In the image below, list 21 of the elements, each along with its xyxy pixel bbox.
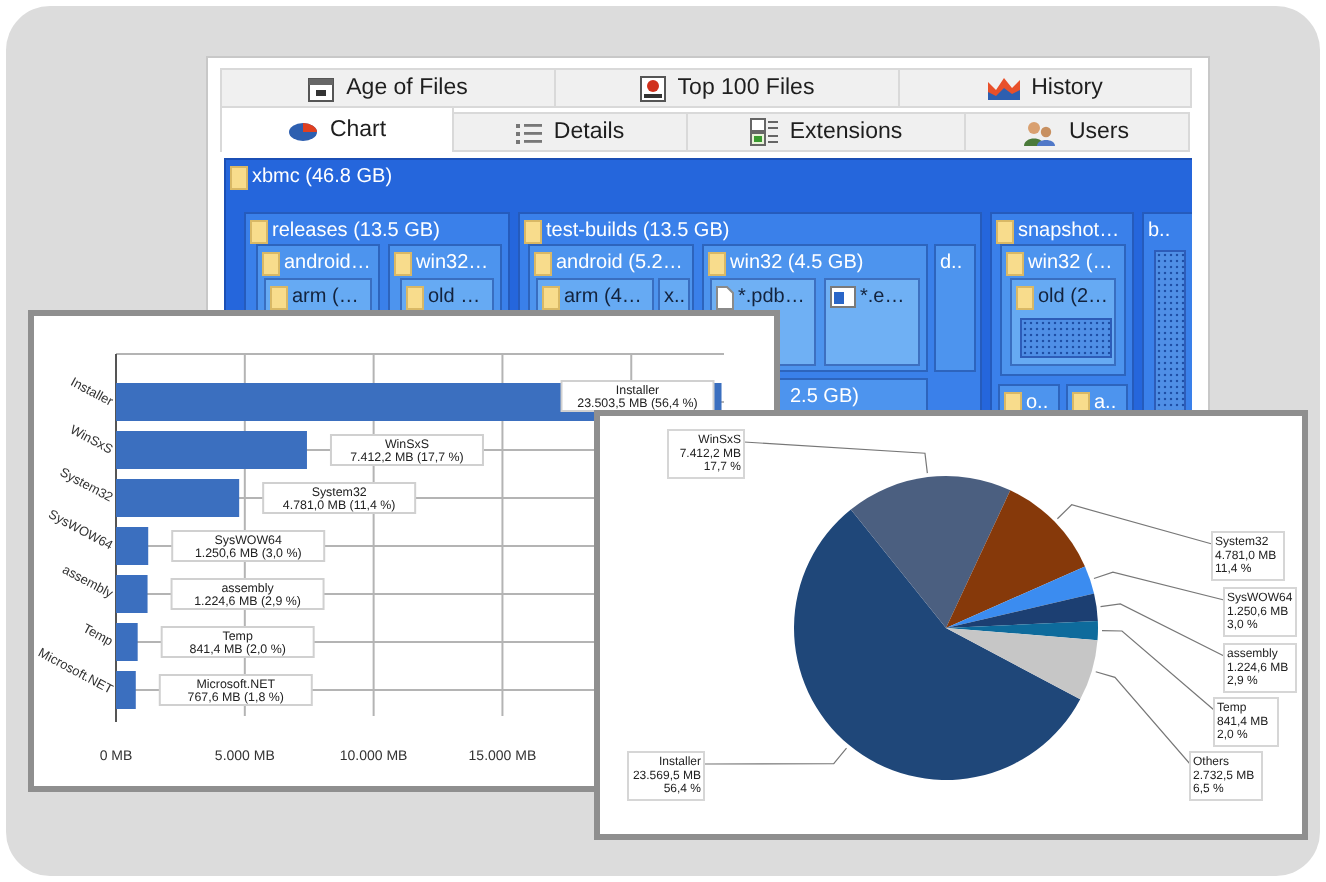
cell-label: d.. — [940, 252, 963, 276]
cell-label: win32… — [416, 252, 489, 276]
cell-label: b.. — [1148, 220, 1171, 244]
cell-label: x.. — [664, 286, 686, 310]
cell-label: xbmc (46.8 GB) — [252, 166, 393, 190]
cell-label: releases (13.5 GB) — [272, 220, 440, 244]
cell-label: arm (… — [292, 286, 359, 310]
cell-label: old (2… — [1038, 286, 1109, 310]
cell-label: win32 (4.5 GB) — [730, 252, 864, 276]
cell-label: *.pdb… — [738, 286, 805, 310]
cell-label: arm (4… — [564, 286, 642, 310]
cell-label: a.. — [1094, 392, 1117, 416]
cell-label: 2.5 GB) — [790, 386, 859, 410]
cell-label: *.e… — [860, 286, 905, 310]
cell-label: old … — [428, 286, 481, 310]
cell-label: win32 (… — [1028, 252, 1113, 276]
cell-label: o.. — [1026, 392, 1049, 416]
cell-label: android… — [284, 252, 371, 276]
cell-label: test-builds (13.5 GB) — [546, 220, 730, 244]
cell-label: snapshot… — [1018, 220, 1120, 244]
cell-label: android (5.2… — [556, 252, 683, 276]
